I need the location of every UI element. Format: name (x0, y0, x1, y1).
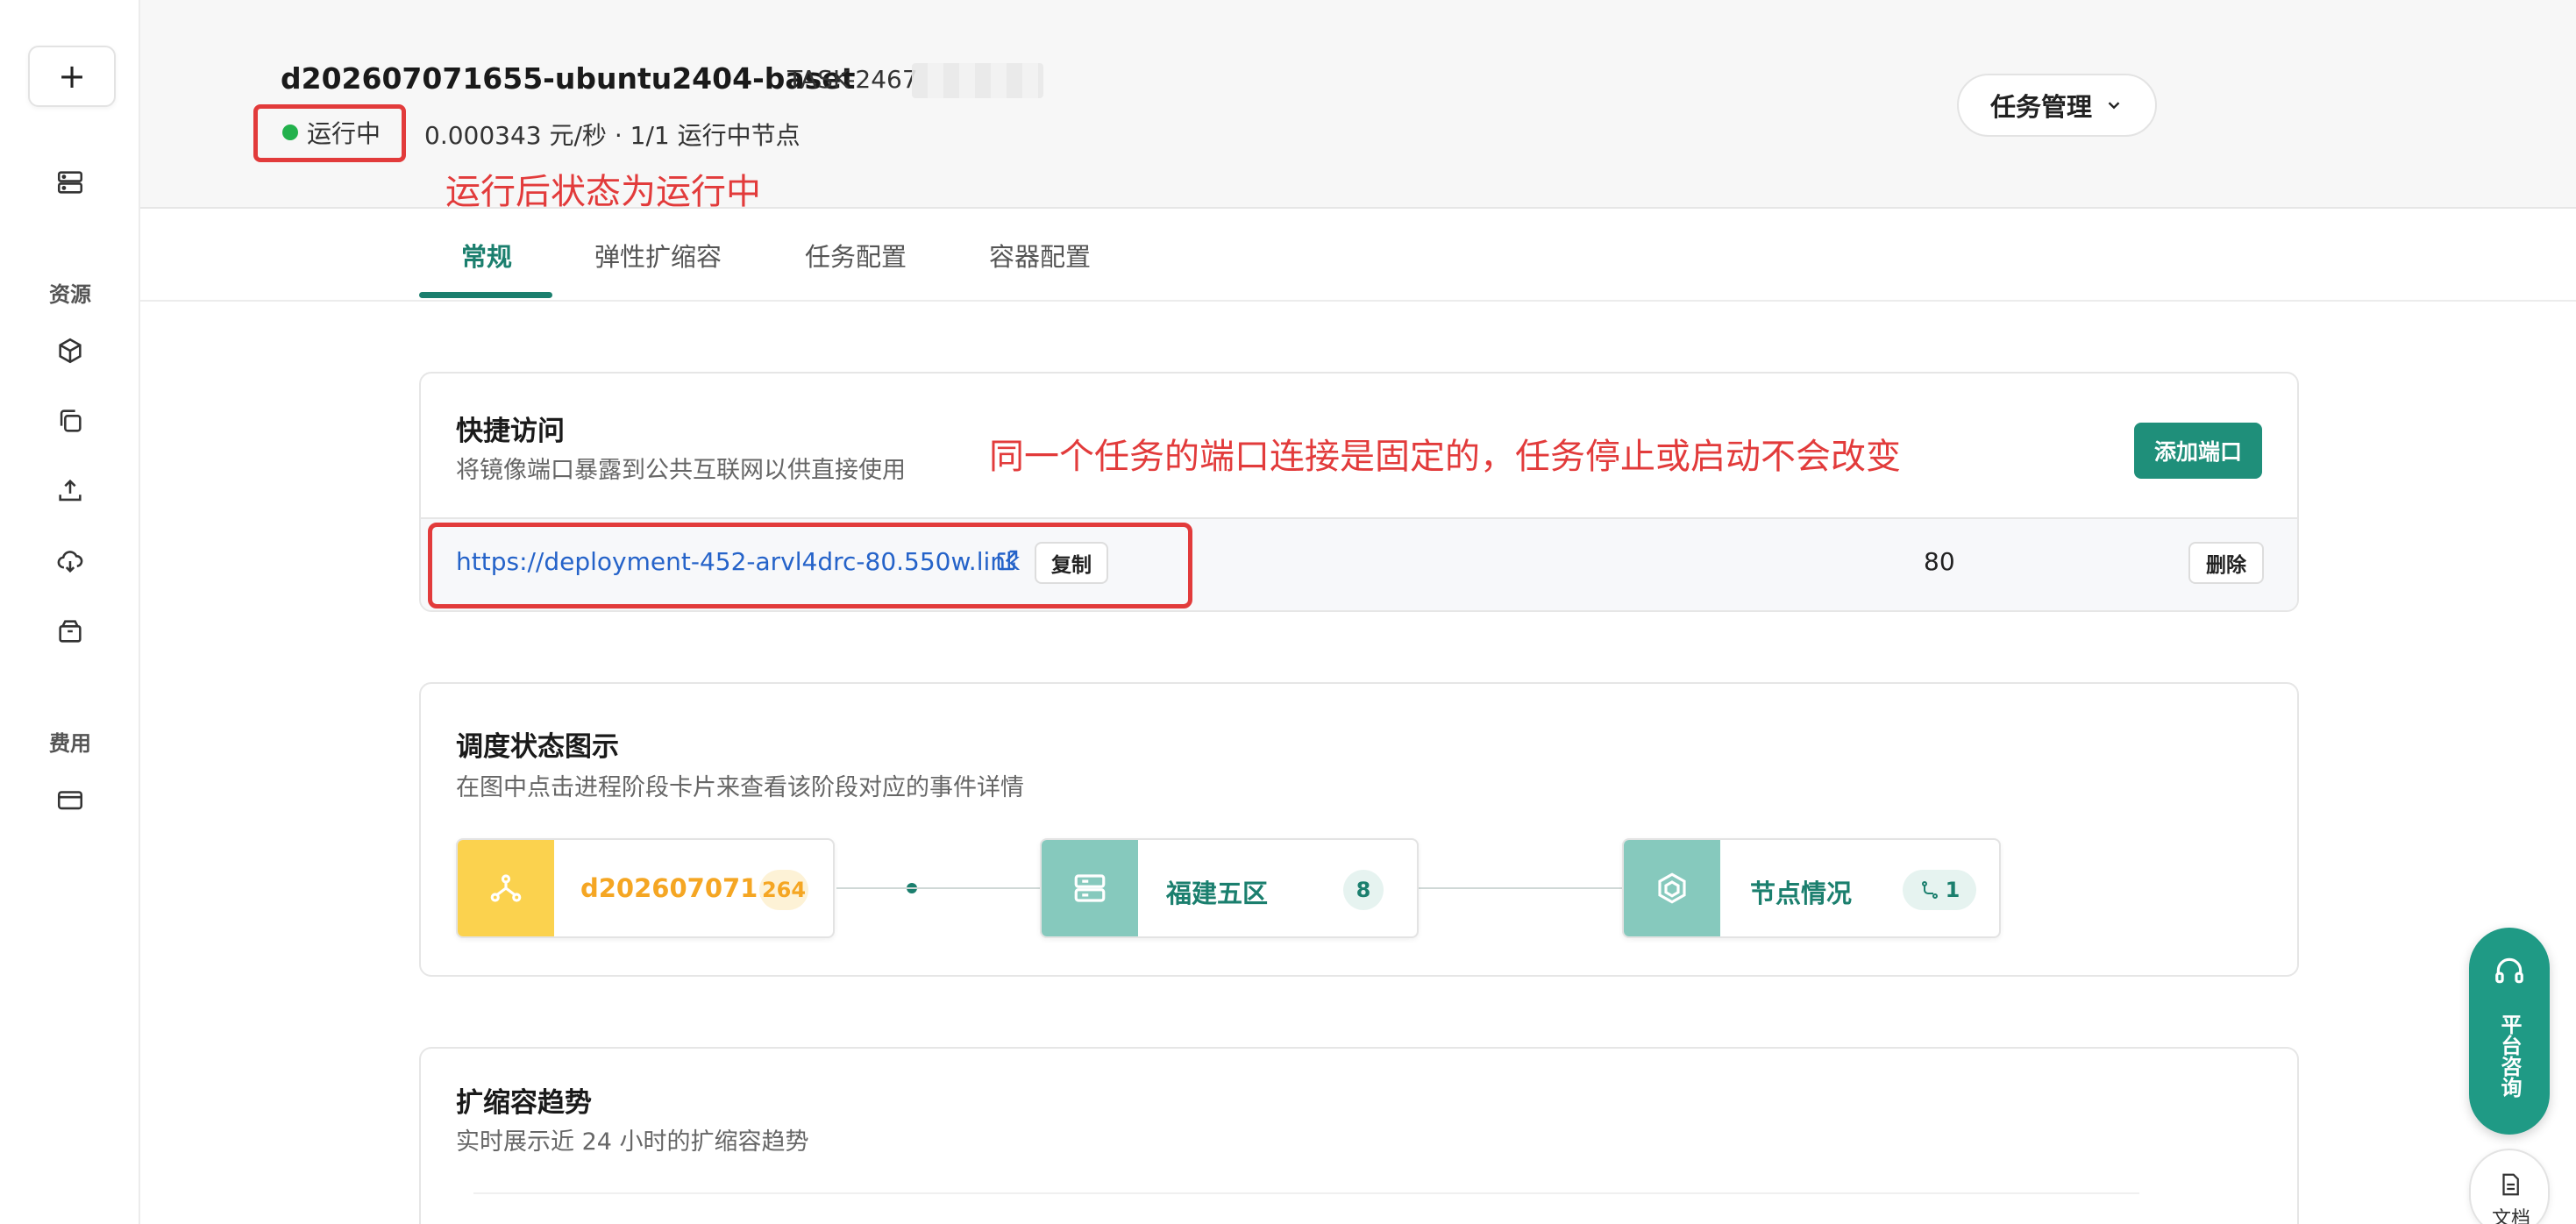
port-url-link[interactable]: https://deployment-452-arvl4drc-80.550w.… (456, 547, 1020, 576)
docs-label: 文档 (2491, 1208, 2530, 1224)
schedule-node-region-badge: 8 (1343, 870, 1384, 910)
sidebar: + 资源 费用 (0, 0, 140, 1224)
active-tab-indicator (419, 292, 552, 298)
quick-access-card: 快捷访问 将镜像端口暴露到公共互联网以供直接使用 同一个任务的端口连接是固定的，… (419, 372, 2299, 612)
schedule-node-task-label: d202607071... (580, 873, 787, 903)
task-manage-button[interactable]: 任务管理 (1957, 74, 2157, 137)
quick-access-subtitle: 将镜像端口暴露到公共互联网以供直接使用 (456, 457, 906, 484)
schedule-title: 调度状态图示 (456, 731, 619, 763)
task-id: TASK-2467 (787, 65, 918, 94)
tab-task-config[interactable]: 任务配置 (805, 237, 907, 274)
schedule-node-task[interactable]: d202607071... 264 (456, 838, 835, 938)
headset-icon (2495, 957, 2523, 984)
price-info: 0.000343 元/秒 · 1/1 运行中节点 (424, 121, 801, 150)
port-number: 80 (1924, 547, 1955, 576)
scaling-trend-subtitle: 实时展示近 24 小时的扩缩容趋势 (456, 1128, 809, 1156)
cube-icon[interactable] (49, 330, 91, 372)
tab-autoscaling[interactable]: 弹性扩缩容 (594, 237, 722, 274)
status-badge: 运行中 (282, 115, 381, 150)
copy-url-button[interactable]: 复制 (1035, 542, 1108, 584)
copy-stack-icon[interactable] (49, 400, 91, 442)
package-box-icon[interactable] (49, 610, 91, 652)
schedule-node-region-label: 福建五区 (1166, 879, 1269, 908)
route-icon (1921, 881, 1938, 899)
status-annotation: 运行后状态为运行中 (445, 172, 761, 212)
schedule-node-task-badge: 264 (759, 870, 808, 910)
document-icon (2502, 1173, 2519, 1196)
scaling-trend-card: 扩缩容趋势 实时展示近 24 小时的扩缩容趋势 (419, 1047, 2299, 1224)
schedule-subtitle: 在图中点击进程阶段卡片来查看该阶段对应的事件详情 (456, 774, 1024, 801)
chart-gridline (473, 1192, 2139, 1194)
schedule-node-nodes-count: 1 (1945, 878, 1960, 902)
port-annotation: 同一个任务的端口连接是固定的，任务停止或启动不会改变 (989, 437, 1901, 477)
tab-general[interactable]: 常规 (461, 237, 512, 274)
external-link-icon[interactable] (994, 547, 1021, 573)
scaling-trend-title: 扩缩容趋势 (456, 1087, 592, 1119)
platform-consult-label: 平台咨询 (2497, 1014, 2522, 1098)
status-text: 运行中 (307, 119, 381, 148)
docs-button[interactable]: 文档 (2469, 1149, 2550, 1224)
chevron-down-icon (2108, 102, 2120, 110)
tab-bar: 常规 弹性扩缩容 任务配置 容器配置 (140, 210, 2576, 302)
add-port-button[interactable]: 添加端口 (2134, 423, 2262, 479)
task-manage-label: 任务管理 (1989, 92, 2092, 122)
hex-node-icon (1624, 840, 1720, 936)
schedule-node-nodes-badge: 1 (1903, 870, 1976, 910)
server-list-icon[interactable] (49, 161, 91, 203)
upload-tray-icon[interactable] (49, 470, 91, 512)
connector-line-2 (1420, 887, 1624, 889)
cloud-sync-icon[interactable] (49, 540, 91, 582)
port-row: https://deployment-452-arvl4drc-80.550w.… (421, 517, 2297, 610)
status-dot-icon (282, 125, 298, 140)
cluster-icon (458, 840, 554, 936)
redacted-task-id (912, 63, 1043, 98)
platform-consult-button[interactable]: 平台咨询 (2469, 928, 2550, 1135)
schedule-node-nodes[interactable]: 节点情况 1 (1622, 838, 2001, 938)
schedule-status-card: 调度状态图示 在图中点击进程阶段卡片来查看该阶段对应的事件详情 d2026070… (419, 682, 2299, 977)
sidebar-section-billing: 费用 (49, 731, 91, 756)
quick-access-title: 快捷访问 (456, 416, 565, 447)
page-title: d202607071655-ubuntu2404-baset (281, 61, 856, 96)
schedule-node-nodes-label: 节点情况 (1750, 879, 1853, 908)
schedule-node-region[interactable]: 福建五区 8 (1040, 838, 1419, 938)
sidebar-section-resources: 资源 (49, 282, 91, 307)
server-icon (1042, 840, 1138, 936)
credit-card-icon[interactable] (49, 779, 91, 821)
create-button[interactable]: + (28, 46, 116, 107)
delete-port-button[interactable]: 删除 (2188, 542, 2264, 584)
tab-container-config[interactable]: 容器配置 (989, 237, 1091, 274)
